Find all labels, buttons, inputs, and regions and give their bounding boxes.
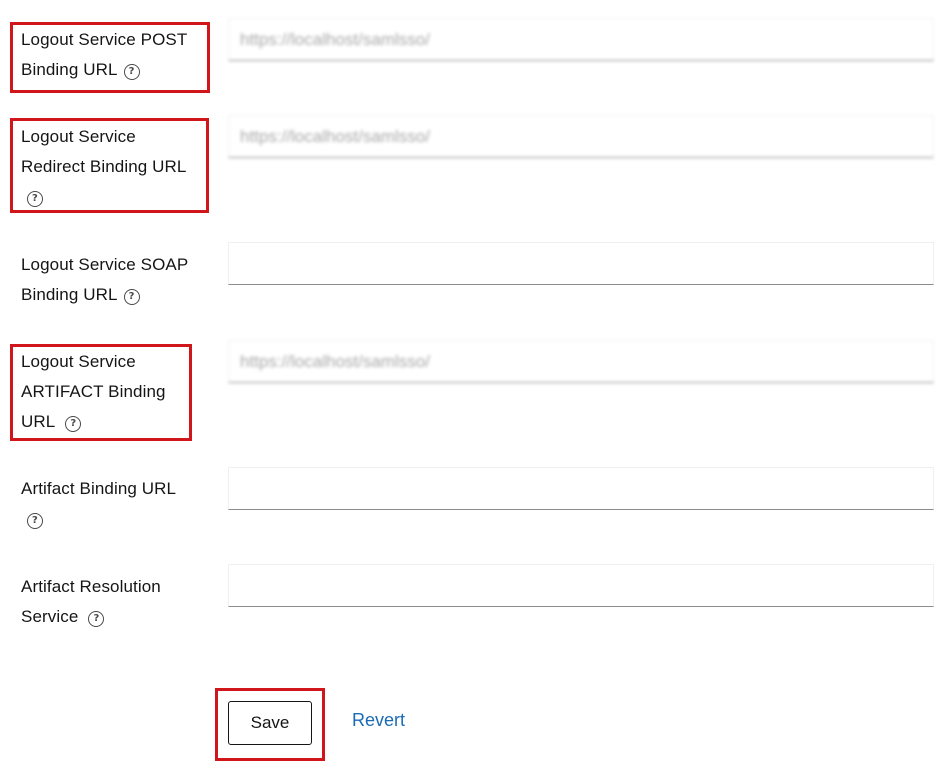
- field-label-text: Service: [21, 607, 79, 626]
- field-label-logout-artifact: Logout Service ARTIFACT Binding URL?: [21, 347, 207, 437]
- field-label-logout-soap: Logout Service SOAP Binding URL?: [21, 250, 207, 310]
- question-circle-icon[interactable]: ?: [88, 611, 105, 627]
- field-label-artifact-resolution: Artifact Resolution Service?: [21, 572, 207, 632]
- field-label-artifact-binding: Artifact Binding URL ?: [21, 474, 207, 534]
- question-circle-icon[interactable]: ?: [123, 289, 140, 305]
- logout-redirect-binding-url-input[interactable]: [228, 115, 934, 158]
- field-label-text: Artifact Binding URL: [21, 479, 177, 498]
- field-label-text: Logout Service SOAP: [21, 255, 189, 274]
- logout-soap-binding-url-input[interactable]: [228, 242, 934, 285]
- question-circle-icon[interactable]: ?: [123, 64, 140, 80]
- logout-post-binding-url-input[interactable]: [228, 18, 934, 61]
- field-label-text: Logout Service: [21, 352, 136, 371]
- field-label-logout-redirect: Logout Service Redirect Binding URL ?: [21, 122, 207, 212]
- field-label-text: Binding URL: [21, 60, 118, 79]
- field-label-text: Artifact Resolution: [21, 577, 161, 596]
- field-label-text: ARTIFACT Binding: [21, 382, 166, 401]
- logout-artifact-binding-url-input[interactable]: [228, 340, 934, 383]
- question-circle-icon[interactable]: ?: [27, 191, 43, 207]
- field-label-text: Binding URL: [21, 285, 118, 304]
- save-button[interactable]: Save: [228, 701, 312, 745]
- question-circle-icon[interactable]: ?: [27, 513, 43, 529]
- artifact-resolution-service-input[interactable]: [228, 564, 934, 607]
- field-label-text: Logout Service: [21, 127, 136, 146]
- field-label-text: Redirect Binding URL: [21, 157, 187, 176]
- field-label-text: URL: [21, 412, 56, 431]
- artifact-binding-url-input[interactable]: [228, 467, 934, 510]
- question-circle-icon[interactable]: ?: [65, 416, 82, 432]
- revert-link[interactable]: Revert: [352, 710, 405, 731]
- field-label-text: Logout Service POST: [21, 30, 188, 49]
- field-label-logout-post: Logout Service POST Binding URL?: [21, 25, 207, 85]
